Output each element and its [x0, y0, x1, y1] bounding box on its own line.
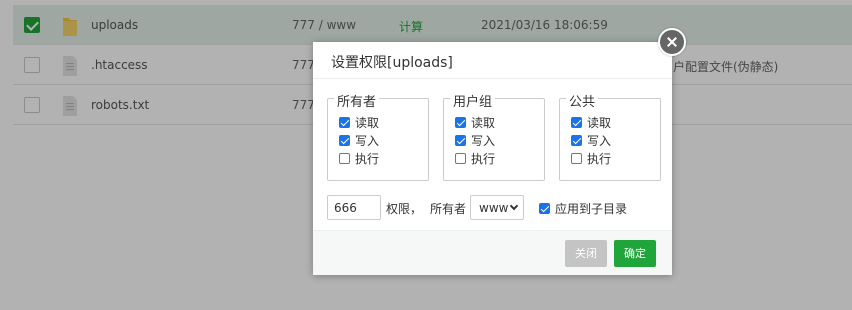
owner-exec-option[interactable]: 执行 — [339, 151, 380, 166]
permission-dialog: 设置权限[uploads] 所有者 读取 写入 执行 用户组 读取 写入 执行 … — [313, 28, 686, 275]
public-write-option[interactable]: 写入 — [571, 133, 612, 148]
checkbox[interactable] — [455, 116, 466, 128]
option-label: 读取 — [355, 115, 380, 130]
permission-input[interactable]: 666 — [327, 195, 381, 220]
option-label: 读取 — [471, 115, 496, 130]
group-group: 用户组 读取 写入 执行 — [443, 91, 545, 181]
owner-select-value: www — [479, 201, 509, 215]
dialog-title: 设置权限[uploads] — [313, 42, 672, 79]
owner-label: 所有者 — [430, 202, 467, 216]
owner-write-option[interactable]: 写入 — [339, 133, 380, 148]
checkbox[interactable] — [539, 203, 550, 214]
checkbox[interactable] — [339, 152, 350, 164]
chevron-down-icon — [509, 201, 519, 211]
public-read-option[interactable]: 读取 — [571, 115, 612, 130]
permission-unit-label: 权限， — [386, 202, 423, 216]
close-icon[interactable] — [658, 28, 686, 56]
option-label: 执行 — [355, 151, 380, 166]
checkbox[interactable] — [571, 134, 582, 146]
apply-subdir-label: 应用到子目录 — [555, 202, 628, 216]
checkbox[interactable] — [455, 134, 466, 146]
option-label: 写入 — [587, 133, 612, 148]
checkbox[interactable] — [455, 152, 466, 164]
public-group: 公共 读取 写入 执行 — [559, 91, 661, 181]
group-label: 公共 — [566, 91, 599, 110]
checkbox[interactable] — [339, 134, 350, 146]
confirm-button[interactable]: 确定 — [614, 240, 656, 267]
group-label: 用户组 — [450, 91, 496, 110]
option-label: 读取 — [587, 115, 612, 130]
option-label: 执行 — [587, 151, 612, 166]
public-exec-option[interactable]: 执行 — [571, 151, 612, 166]
checkbox[interactable] — [339, 116, 350, 128]
apply-subdir-option[interactable]: 应用到子目录 — [539, 200, 627, 217]
owner-select[interactable]: www — [470, 195, 524, 220]
owner-group: 所有者 读取 写入 执行 — [327, 91, 429, 181]
close-button[interactable]: 关闭 — [565, 240, 607, 267]
group-read-option[interactable]: 读取 — [455, 115, 496, 130]
owner-read-option[interactable]: 读取 — [339, 115, 380, 130]
option-label: 执行 — [471, 151, 496, 166]
dialog-footer: 关闭 确定 — [313, 230, 672, 275]
group-exec-option[interactable]: 执行 — [455, 151, 496, 166]
option-label: 写入 — [471, 133, 496, 148]
group-write-option[interactable]: 写入 — [455, 133, 496, 148]
group-label: 所有者 — [334, 91, 380, 110]
option-label: 写入 — [355, 133, 380, 148]
checkbox[interactable] — [571, 116, 582, 128]
checkbox[interactable] — [571, 152, 582, 164]
